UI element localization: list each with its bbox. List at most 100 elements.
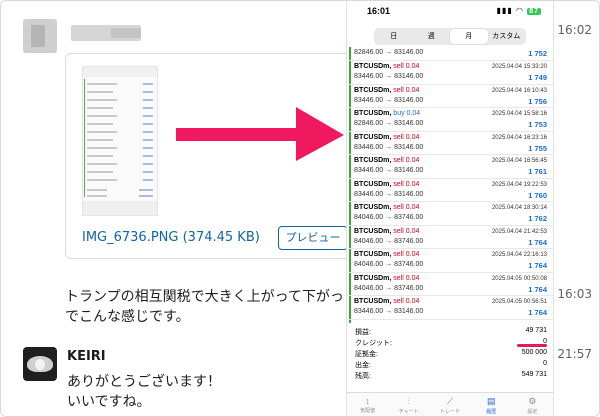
bottom-tab-bar: ↕ 気配値 ⫶ チャート ⟋ トレード ▤ 履歴 ⚙ 設定 — [347, 392, 553, 416]
trade-row[interactable]: BTCUSDm, sell 0.04 2025.04.04 15:33:20 834… — [347, 61, 553, 85]
reply-author-name[interactable]: KEIRI — [67, 349, 106, 364]
period-tab-month[interactable]: 月 — [450, 29, 488, 44]
tab-label: チャート — [398, 409, 419, 415]
trade-prices: 83446.00 → 83146.00 — [354, 96, 424, 104]
chat-window: IMG_6736.PNG (374.45 KB) プレビュー トランプの相互関税… — [0, 0, 600, 417]
tab-icon: ⟋ — [446, 396, 454, 406]
summary-value: 500 000 — [521, 349, 547, 356]
period-tab-custom[interactable]: カスタム — [488, 29, 526, 44]
trade-date: 2025.04.05 00:56:51 — [491, 299, 547, 305]
tab-icon: ⫶ — [407, 396, 410, 406]
preview-button[interactable]: プレビュー — [278, 226, 348, 250]
trade-profit: 1 761 — [528, 167, 547, 176]
message-line: トランプの相互関税で大きく上がって下がっ — [65, 289, 344, 305]
trade-row[interactable]: BTCUSDm, sell 0.04 2025.04.04 16:23:16 834… — [347, 132, 553, 155]
summary-value: 49 731 — [525, 327, 547, 334]
trade-prices: 82846.00 → 83146.00 — [354, 49, 424, 56]
pink-arrow-annotation — [176, 107, 344, 161]
period-tab-day[interactable]: 日 — [375, 29, 413, 44]
trade-type: sell 0.04 — [393, 274, 420, 282]
summary-row: 残高: 549 731 — [347, 371, 553, 382]
trade-date: 2025.04.05 00:50:08 — [491, 275, 547, 282]
trade-type: sell 0.04 — [393, 227, 420, 235]
status-icons: ▮▮▮ ◠ 87 — [497, 6, 541, 15]
trade-prices: 84046.00 → 83746.00 — [354, 261, 424, 268]
trade-type: sell 0.04 — [393, 133, 420, 141]
bottom-tab[interactable]: ⚙ 設定 — [512, 393, 553, 416]
trade-date: 2025.04.04 21:42:53 — [491, 228, 547, 235]
trade-type: sell 0.04 — [393, 157, 420, 164]
trade-symbol: BTCUSDm, sell 0.04 — [354, 157, 420, 164]
period-selector: 日 週 月 カスタム — [374, 28, 526, 45]
trade-profit: 1 756 — [528, 96, 547, 106]
trade-symbol: BTCUSDm, sell 0.04 — [354, 204, 420, 211]
summary-label: クレジット: — [355, 340, 392, 347]
trade-profit: 1 755 — [528, 143, 547, 153]
trade-date: 2025.04.04 15:58:16 — [491, 111, 547, 117]
trade-prices: 83446.00 → 83146.00 — [354, 73, 424, 80]
trade-prices: 84046.00 → 83746.00 — [354, 284, 424, 292]
message-timestamp[interactable]: 16:02 — [557, 23, 592, 37]
bottom-tab[interactable]: ⫶ チャート — [388, 393, 429, 416]
summary-row: 出金: 0 — [347, 360, 553, 371]
trade-type: buy 0.04 — [393, 110, 421, 117]
battery-icon: 87 — [527, 8, 541, 15]
tab-label: トレード — [440, 409, 461, 415]
trade-row[interactable]: 82846.00 → 83146.00 1 752 — [347, 47, 553, 61]
trade-row[interactable]: BTCUSDm, sell 0.04 2025.04.04 19:22:53 834… — [347, 179, 553, 202]
trade-symbol: BTCUSDm, sell 0.04 — [354, 227, 420, 235]
message-timestamp[interactable]: 16:03 — [557, 287, 592, 301]
trade-history-list[interactable]: 82846.00 → 83146.00 1 752 BTCUSDm, sell … — [347, 47, 553, 323]
trade-profit: 1 764 — [528, 284, 547, 294]
status-bar: 16:01 ▮▮▮ ◠ 87 — [347, 1, 553, 21]
trade-profit: 1 764 — [528, 261, 547, 270]
summary-label: 残高: — [355, 373, 371, 380]
trade-row[interactable]: BTCUSDm, sell 0.04 2025.04.04 18:30:14 840… — [347, 202, 553, 226]
attachment-thumbnail[interactable] — [82, 66, 158, 216]
summary-row: 損益: 49 731 — [347, 327, 553, 338]
tab-label: 設定 — [527, 409, 538, 415]
trade-profit: 1 752 — [528, 49, 547, 58]
trade-profit: 1 760 — [528, 190, 547, 200]
trade-type: sell 0.04 — [393, 63, 420, 70]
trade-row[interactable]: BTCUSDm, sell 0.04 2025.04.04 16:10:43 834… — [347, 85, 553, 108]
trade-date: 2025.04.04 15:33:20 — [491, 64, 547, 70]
trade-date: 2025.04.04 18:30:14 — [491, 205, 547, 211]
trade-symbol: BTCUSDm, buy 0.04 — [354, 110, 421, 117]
trade-row[interactable]: BTCUSDm, sell 0.04 2025.04.04 21:42:53 840… — [347, 226, 553, 249]
summary-label: 損益: — [355, 329, 371, 336]
trade-type: sell 0.04 — [393, 180, 420, 188]
trade-symbol: BTCUSDm, sell 0.04 — [354, 251, 420, 258]
signal-icon: ▮▮▮ — [496, 6, 513, 15]
trade-row[interactable]: BTCUSDm, sell 0.04 2025.04.05 00:50:08 840… — [347, 273, 553, 296]
blurred-avatar — [23, 19, 57, 53]
period-tab-week[interactable]: 週 — [413, 29, 451, 44]
blurred-sender-name — [71, 25, 141, 41]
account-summary: 損益: 49 731 クレジット: 0 証拠金: 500 000 出金: 0 残高: 549 73… — [347, 327, 553, 382]
avatar[interactable] — [23, 347, 57, 381]
message-timestamp[interactable]: 21:57 — [557, 347, 592, 361]
trade-profit: 1 762 — [528, 214, 547, 223]
tab-label: 気配値 — [360, 408, 376, 414]
reply-line: いいですね。 — [67, 394, 151, 410]
bottom-tab[interactable]: ▤ 履歴 — [471, 393, 512, 416]
trade-prices: 84046.00 → 83746.00 — [354, 237, 424, 245]
trade-row[interactable]: BTCUSDm, sell 0.04 2025.04.04 16:56:45 834… — [347, 155, 553, 179]
trade-type: sell 0.04 — [393, 86, 420, 94]
bottom-tab[interactable]: ↕ 気配値 — [347, 393, 388, 416]
trade-prices: 84046.00 → 83746.00 — [354, 214, 424, 221]
summary-value: 549 731 — [521, 371, 547, 378]
trade-row[interactable]: BTCUSDm, sell 0.04 2025.04.04 22:16:13 840… — [347, 249, 553, 273]
trade-row[interactable]: BTCUSDm, sell 0.04 2025.04.05 00:56:51 834… — [347, 296, 553, 320]
trade-profit: 1 764 — [528, 308, 547, 317]
trade-prices: 83446.00 → 83146.00 — [354, 143, 424, 151]
bottom-tab[interactable]: ⟋ トレード — [429, 393, 470, 416]
trade-date: 2025.04.04 22:16:13 — [491, 252, 547, 258]
trade-profit: 1 764 — [528, 237, 547, 247]
attachment-filename[interactable]: IMG_6736.PNG (374.45 KB) — [82, 230, 260, 245]
trade-date: 2025.04.04 16:23:16 — [491, 134, 547, 141]
phone-screenshot: 16:01 ▮▮▮ ◠ 87 日 週 月 カスタム 82846.00 → 831… — [346, 1, 554, 416]
trade-type: sell 0.04 — [393, 204, 420, 211]
summary-label: 出金: — [355, 362, 371, 369]
trade-row[interactable]: BTCUSDm, buy 0.04 2025.04.04 15:58:16 8284… — [347, 108, 553, 132]
